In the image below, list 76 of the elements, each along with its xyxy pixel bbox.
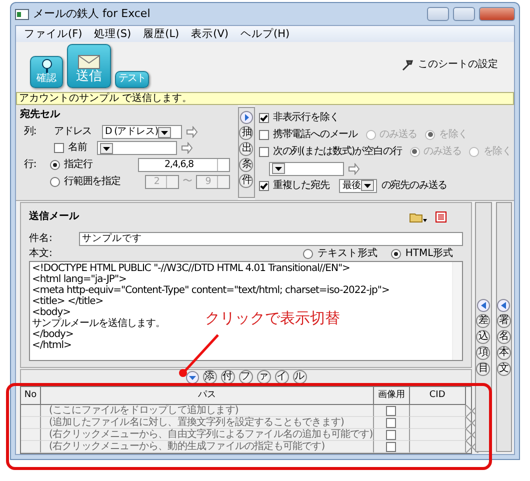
radio-label: HTML形式 bbox=[405, 248, 454, 260]
radio-button[interactable] bbox=[391, 249, 402, 259]
table-cell bbox=[21, 429, 41, 441]
checkbox[interactable] bbox=[54, 143, 64, 153]
table-cell bbox=[21, 441, 41, 453]
checkbox[interactable] bbox=[386, 406, 396, 416]
column-header: No bbox=[21, 387, 41, 405]
table-cell bbox=[21, 417, 41, 429]
table-cell: (追加したファイル名に対し、置換文字列を設定することもできます) bbox=[41, 417, 374, 429]
field-label: アドレス bbox=[54, 126, 93, 138]
radio-label: 行範囲を指定 bbox=[64, 176, 120, 188]
checkbox[interactable] bbox=[258, 180, 269, 190]
close-button[interactable] bbox=[479, 7, 515, 21]
radio-label: のみ送る bbox=[380, 128, 418, 140]
table-cell: (右クリックメニューから、動的生成ファイルの指定も可能です) bbox=[41, 441, 374, 453]
address-column-dropdown[interactable]: D (アドレス) bbox=[102, 125, 182, 139]
menu-item[interactable]: ヘルプ(H) bbox=[240, 28, 290, 40]
range-separator: 〜 bbox=[182, 176, 192, 188]
section-title: 送信メール bbox=[29, 211, 79, 223]
checkbox[interactable] bbox=[258, 112, 269, 122]
menu-item[interactable]: 表示(V) bbox=[191, 28, 229, 40]
checkbox-label: 次の列(または数式)が空白の行 bbox=[272, 146, 402, 158]
checkbox[interactable] bbox=[258, 146, 269, 156]
radio-button[interactable] bbox=[50, 160, 60, 170]
radio-label: 指定行 bbox=[64, 158, 92, 170]
field-label: 本文: bbox=[29, 248, 52, 260]
arrow-icon[interactable] bbox=[348, 162, 360, 174]
checkbox-label: 重複した宛先 bbox=[272, 180, 330, 192]
radio-button[interactable] bbox=[50, 176, 60, 186]
envelope-icon bbox=[78, 55, 100, 70]
radio-label: を除く bbox=[483, 146, 512, 158]
radio-label: のみ送る bbox=[424, 146, 462, 158]
checkbox[interactable] bbox=[258, 130, 269, 140]
window-title: メールの鉄人 for Excel bbox=[33, 7, 150, 21]
menu-item[interactable]: ファイル(F) bbox=[24, 28, 82, 40]
radio-label: テキスト形式 bbox=[317, 248, 378, 260]
folder-icon[interactable] bbox=[409, 211, 428, 223]
table-cell: (ここにファイルをドロップして追加します) bbox=[41, 405, 374, 417]
column-header: CID bbox=[410, 387, 466, 405]
arrow-icon[interactable] bbox=[186, 126, 198, 138]
app-icon bbox=[15, 8, 29, 20]
checkbox[interactable] bbox=[386, 418, 396, 428]
vertical-tab[interactable]: 差込項目 bbox=[475, 202, 492, 452]
field-label: 件名: bbox=[29, 232, 54, 244]
section-title: 宛先セル bbox=[20, 109, 62, 121]
vertical-tab[interactable]: 抽出条件 bbox=[238, 107, 255, 198]
radio-button[interactable] bbox=[303, 249, 314, 259]
subject-input[interactable]: サンプルです bbox=[79, 232, 464, 246]
field-label: 列: bbox=[23, 126, 38, 138]
table-cell: (右クリックメニューから、自由文字列によるファイル名の追加も可能です) bbox=[41, 429, 374, 441]
checkbox-label: 名前 bbox=[68, 142, 87, 154]
column-header: 画像用 bbox=[374, 387, 410, 405]
magnifier-icon bbox=[40, 59, 52, 73]
radio-label: を除く bbox=[439, 128, 468, 140]
table-cell bbox=[21, 405, 41, 417]
checkbox-label: 非表示行を除く bbox=[272, 112, 339, 124]
row-delete-icon bbox=[466, 405, 478, 453]
duplicate-select[interactable]: 最後 bbox=[339, 178, 378, 192]
minimize-button[interactable] bbox=[427, 7, 449, 21]
checkbox-label: 携帯電話へのメール bbox=[272, 128, 358, 140]
column-header: パス bbox=[41, 387, 374, 405]
status-message: アカウントのサンプル で送信します。 bbox=[16, 92, 514, 105]
sheet-settings-link[interactable]: このシートの設定 bbox=[418, 59, 498, 71]
vertical-tab[interactable]: 署名本文 bbox=[496, 202, 512, 452]
menu-item[interactable]: 処理(S) bbox=[94, 28, 132, 40]
arrow-icon[interactable] bbox=[180, 142, 193, 154]
specified-rows-input[interactable]: 2,4,6,8 bbox=[138, 158, 230, 172]
menu-item[interactable]: 履歴(L) bbox=[143, 28, 180, 40]
maximize-button[interactable] bbox=[453, 7, 475, 21]
checkbox[interactable] bbox=[386, 430, 396, 440]
hammer-icon bbox=[402, 59, 414, 71]
select-suffix: の宛先のみ送る bbox=[381, 180, 448, 192]
template-icon[interactable] bbox=[435, 211, 448, 223]
checkbox[interactable] bbox=[386, 442, 396, 452]
annotation-text: クリックで表示切替 bbox=[205, 309, 340, 327]
field-label: 行: bbox=[24, 158, 38, 170]
